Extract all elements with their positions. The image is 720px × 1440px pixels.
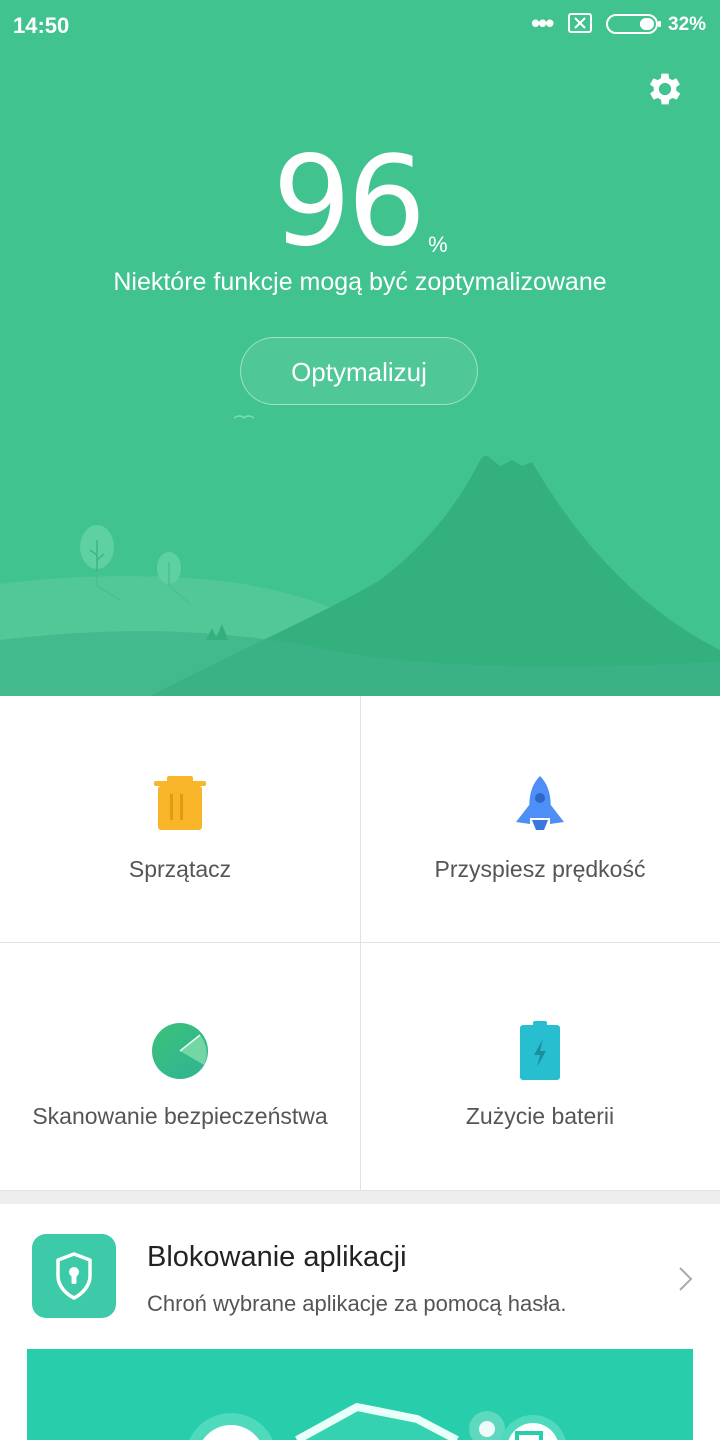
battery-status-icon xyxy=(606,14,661,34)
battery-icon xyxy=(520,1021,560,1080)
no-sim-icon xyxy=(568,13,592,33)
status-bar: 14:50 ••• 32% xyxy=(0,0,720,50)
tool-label: Sprzątacz xyxy=(128,856,232,882)
tool-security-scan[interactable]: Skanowanie bezpieczeństwa xyxy=(0,943,360,1190)
grid-divider-horizontal xyxy=(0,942,720,943)
rocket-icon xyxy=(516,776,564,830)
shield-lock-icon xyxy=(56,1252,92,1300)
hero-section: 14:50 ••• 32% 96% Niektóre funkcje mogą … xyxy=(0,0,720,696)
settings-gear-icon[interactable] xyxy=(644,68,686,110)
app-lock-description: Chroń wybrane aplikacje za pomocą hasła. xyxy=(147,1291,567,1316)
grid-divider-vertical xyxy=(360,696,361,1190)
landscape-illustration xyxy=(0,415,720,696)
score-unit: % xyxy=(428,232,448,257)
app-lock-card[interactable]: Blokowanie aplikacji Chroń wybrane aplik… xyxy=(0,1203,720,1353)
score-subtitle: Niektóre funkcje mogą być zoptymalizowan… xyxy=(113,268,607,296)
tool-battery-usage[interactable]: Zużycie baterii xyxy=(360,943,720,1190)
score-value: 96 xyxy=(272,130,426,274)
optimize-button[interactable]: Optymalizuj xyxy=(240,337,478,405)
section-separator xyxy=(0,1190,720,1204)
tool-cleaner[interactable]: Sprzątacz xyxy=(0,696,360,943)
tool-speed-boost[interactable]: Przyspiesz prędkość xyxy=(360,696,720,943)
optimization-score: 96% xyxy=(0,140,720,264)
app-lock-icon-tile xyxy=(32,1234,116,1318)
status-time: 14:50 xyxy=(13,13,70,38)
battery-percent: 32% xyxy=(668,14,707,35)
chevron-right-icon xyxy=(679,1267,693,1291)
banner-illustration xyxy=(189,1403,566,1440)
notification-dots: ••• xyxy=(531,8,554,38)
promo-banner[interactable] xyxy=(27,1349,693,1440)
tool-label: Zużycie baterii xyxy=(465,1103,615,1129)
tools-grid: Sprzątacz Przyspiesz prędkość Skanowanie… xyxy=(0,696,720,1190)
tool-label: Przyspiesz prędkość xyxy=(434,856,646,882)
security-scan-icon xyxy=(152,1023,208,1079)
app-lock-title: Blokowanie aplikacji xyxy=(147,1241,407,1273)
trash-icon xyxy=(154,776,206,830)
tool-label: Skanowanie bezpieczeństwa xyxy=(32,1103,328,1129)
